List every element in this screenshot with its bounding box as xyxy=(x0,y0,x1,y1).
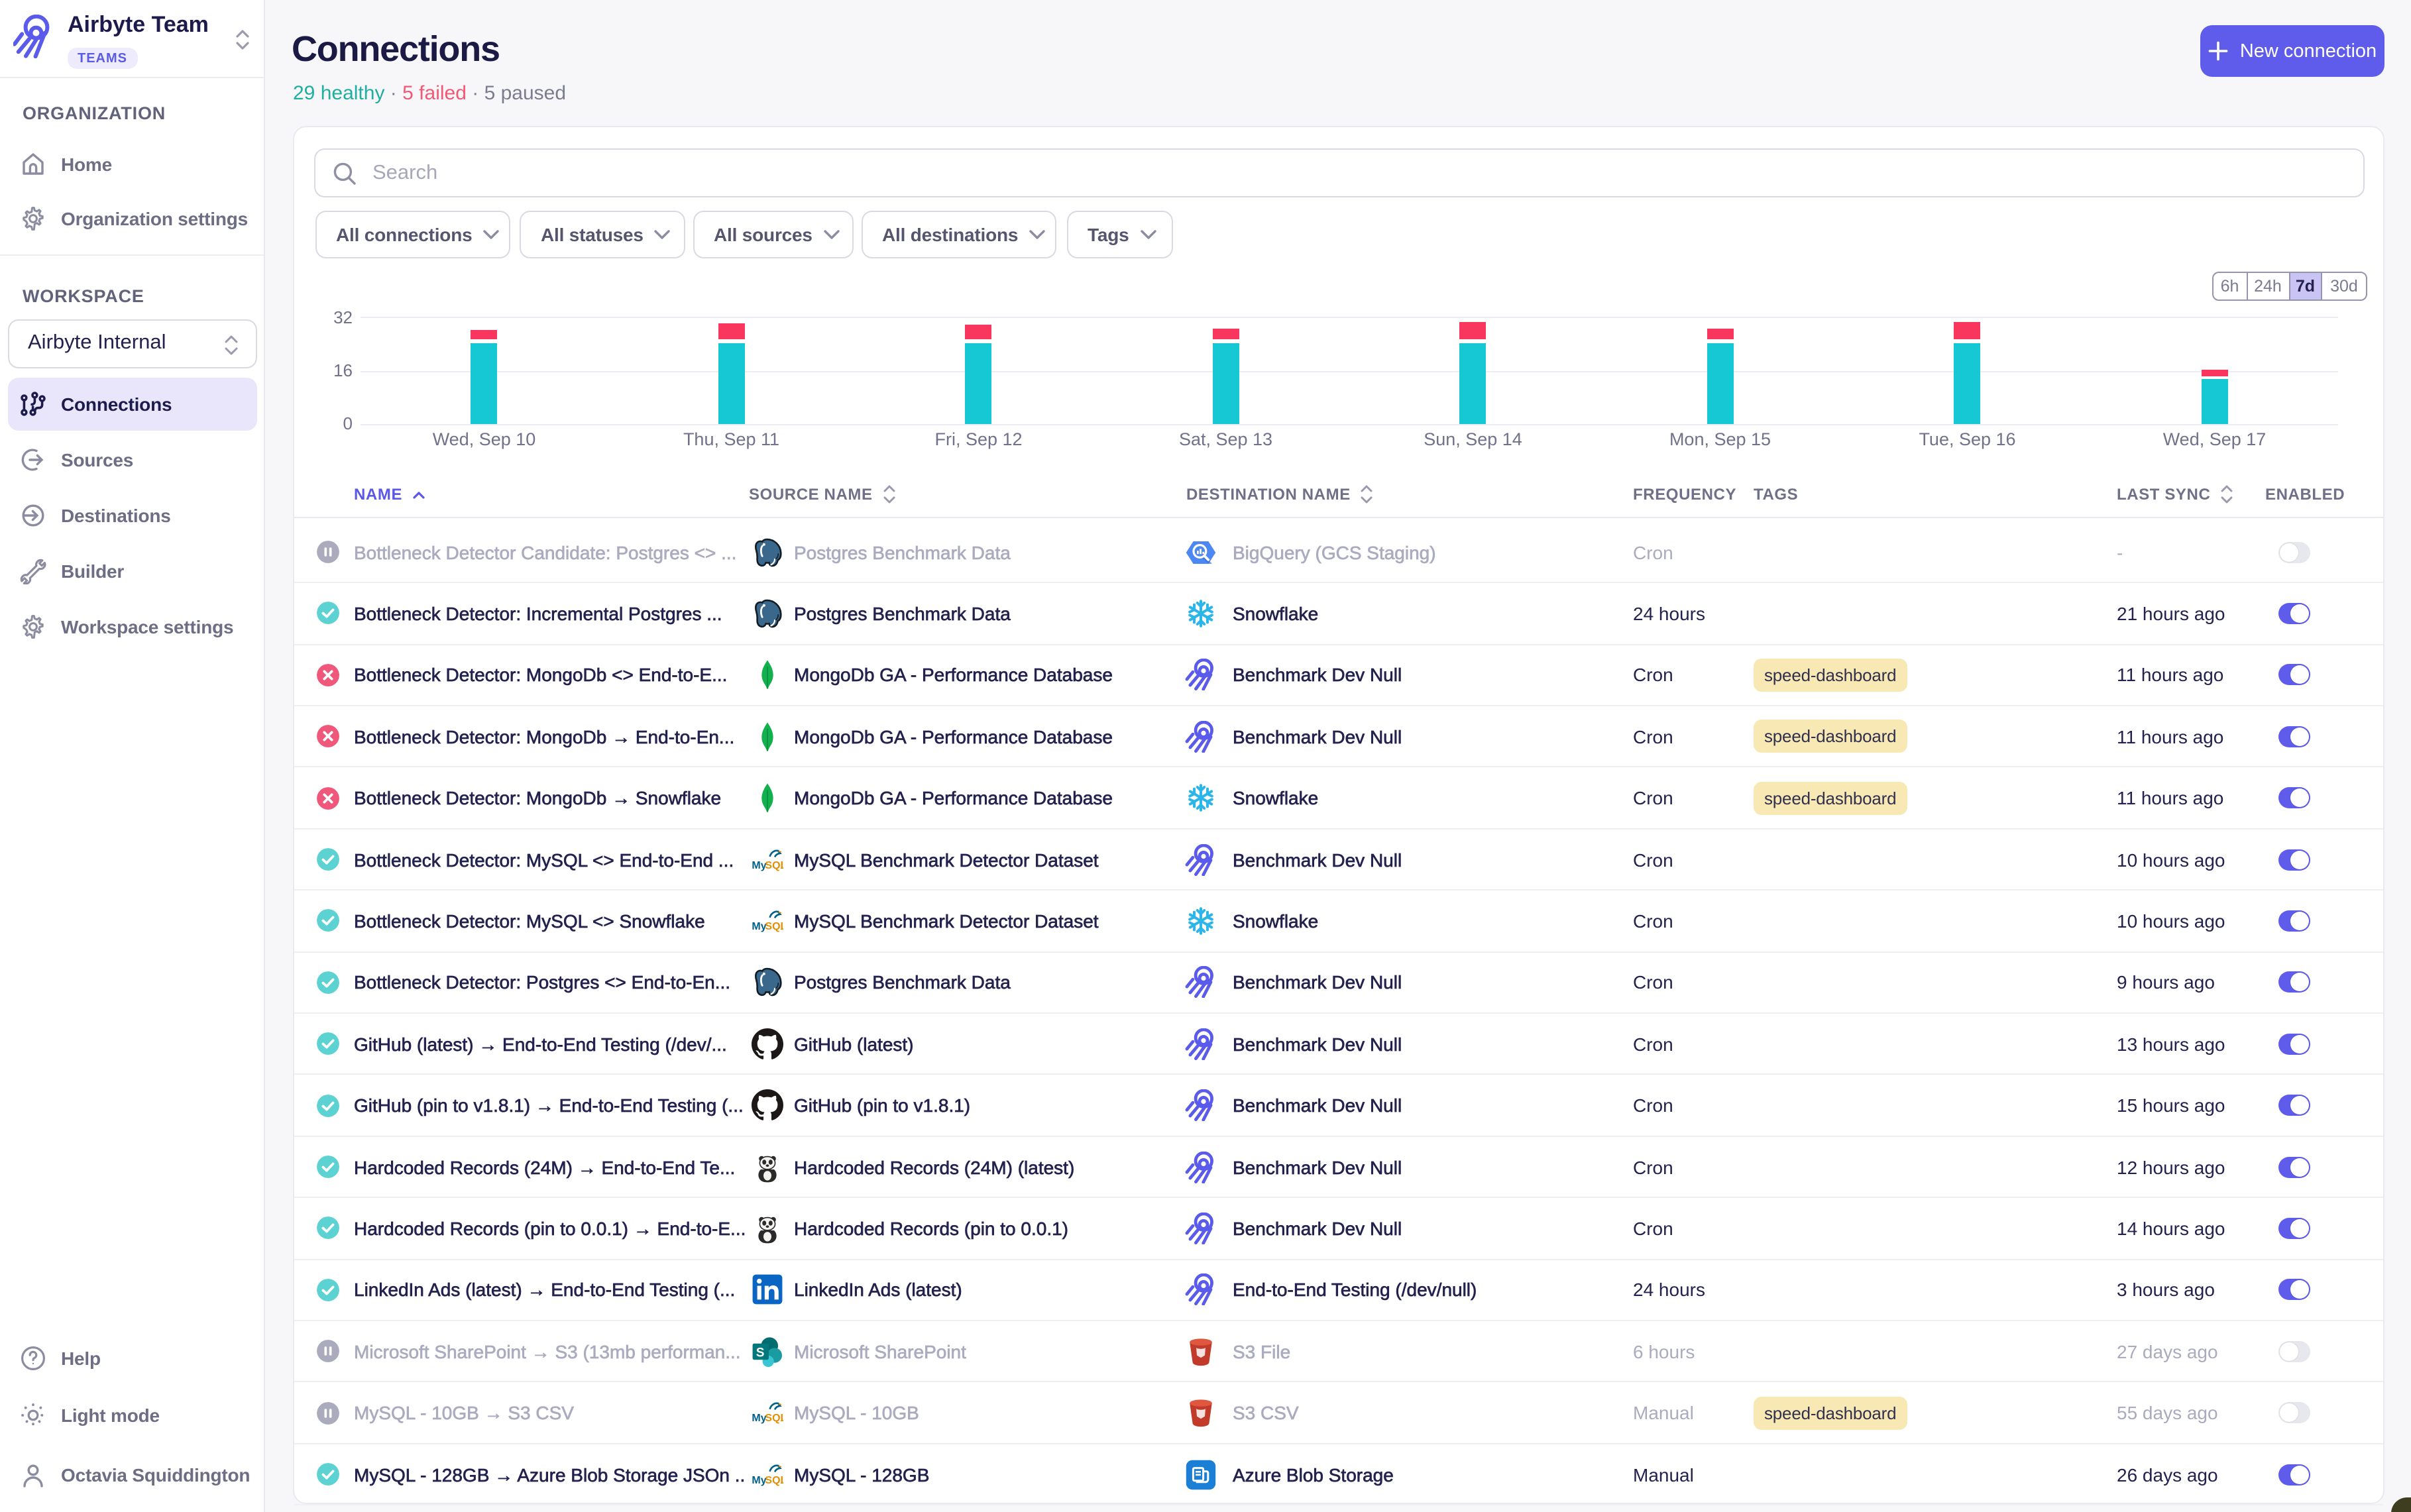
svg-text:..: .. xyxy=(780,863,783,870)
svg-text:My: My xyxy=(752,921,766,932)
svg-text:..: .. xyxy=(780,1416,783,1423)
svg-text:My: My xyxy=(752,859,766,871)
svg-text:My: My xyxy=(752,1413,766,1424)
svg-text:..: .. xyxy=(780,924,783,932)
svg-text:S: S xyxy=(756,1346,765,1360)
svg-text:..: .. xyxy=(780,1478,783,1485)
svg-text:My: My xyxy=(752,1474,766,1485)
